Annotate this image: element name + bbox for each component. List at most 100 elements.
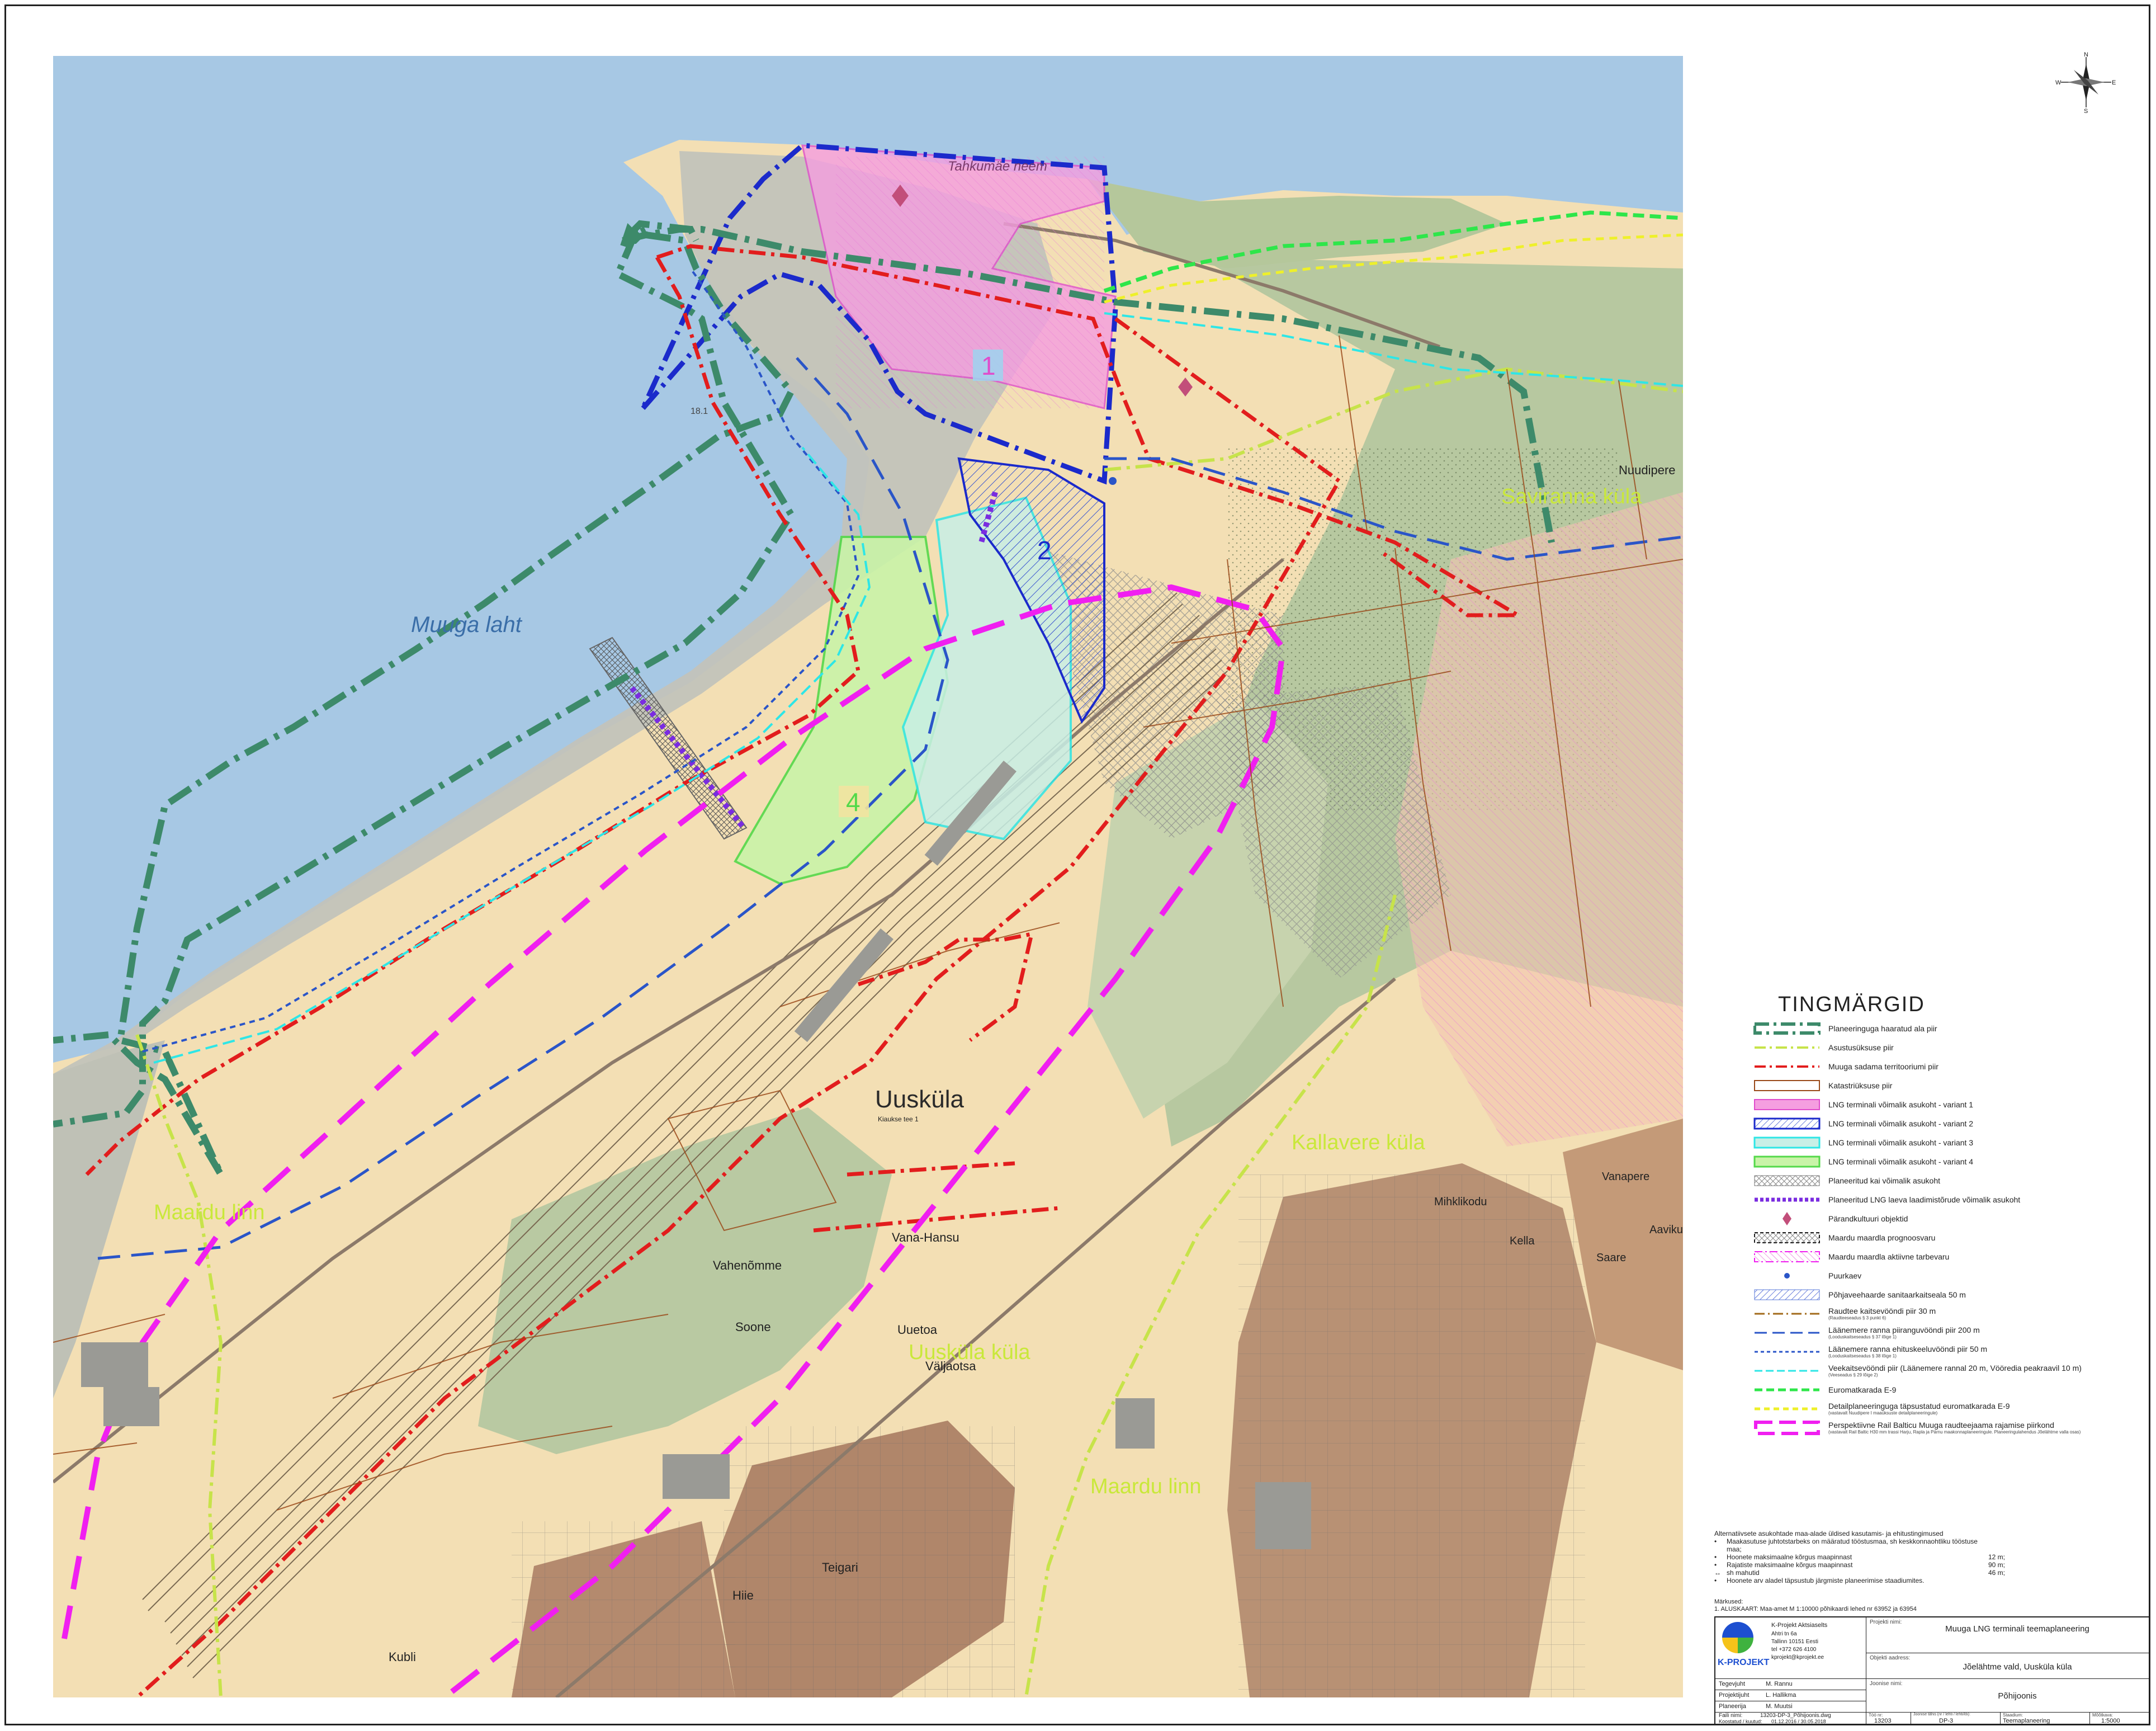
role-1-label: Tegevjuht: [1719, 1681, 1746, 1687]
legend-text-quay_line: Planeeritud LNG laeva laadimistõrude või…: [1828, 1195, 2021, 1204]
role-row-2: Projektijuht L. Hallikma: [1715, 1690, 1866, 1701]
object-label: Objekti aadress:: [1870, 1655, 1911, 1661]
legend-item-well: Puurkaev: [1753, 1266, 2122, 1285]
legend-text-coast200: Läänemere ranna piiranguvööndi piir 200 …: [1828, 1326, 1980, 1340]
legend-text-water: Veekaitsevööndi piir (Läänemere rannal 2…: [1828, 1364, 2082, 1378]
variant-2-badge[interactable]: 2: [1037, 536, 1052, 565]
condition-value: [1988, 1537, 2027, 1553]
usage-condition-row: • Rajatiste maksimaalne kõrgus maapinnast…: [1714, 1561, 2027, 1569]
map-canvas[interactable]: Muuga laht Tahkumäe neem Uusküla Maardu …: [53, 56, 1683, 1697]
legend-label: Raudtee kaitsevööndi piir 30 m: [1828, 1306, 1936, 1315]
legend-item-v4: LNG terminali võimalik asukoht - variant…: [1753, 1152, 2122, 1171]
legend-label: Planeeritud kai võimalik asukoht: [1828, 1176, 1940, 1185]
legend-symbol-quay_line: [1753, 1192, 1821, 1208]
legend-text-coast50: Läänemere ranna ehituskeeluvööndi piir 5…: [1828, 1345, 1987, 1359]
company-address-1: Ahtri tn 6a: [1771, 1631, 1797, 1637]
condition-value: 90 m;: [1988, 1561, 2006, 1569]
legend-label: Põhjaveehaarde sanitaarkaitseala 50 m: [1828, 1290, 1966, 1299]
legend-symbol-cadastral: [1753, 1078, 1821, 1093]
legend-item-v2: LNG terminali võimalik asukoht - variant…: [1753, 1114, 2122, 1133]
remarks-title: Märkused:: [1714, 1598, 1743, 1605]
legend-item-coast50: Läänemere ranna ehituskeeluvööndi piir 5…: [1753, 1342, 2122, 1361]
bullet: •: [1714, 1577, 1717, 1584]
project-name: Muuga LNG terminali teemaplaneering: [1945, 1624, 2089, 1634]
north-arrow: N S W E: [2055, 51, 2116, 113]
legend-label: Perspektiivne Rail Balticu Muuga raudtee…: [1828, 1421, 2054, 1430]
legend-label: LNG terminali võimalik asukoht - variant…: [1828, 1100, 1974, 1109]
residential-uuskula-grid: [724, 1426, 1015, 1697]
legend-title: TINGMÄRGID: [1778, 993, 1925, 1016]
scale-cell: Mõõtkava: 1:5000: [2090, 1713, 2149, 1725]
role-3-label: Planeerija: [1719, 1703, 1746, 1710]
legend-item-deposit_prog: Maardu maardla prognoosvaru: [1753, 1228, 2122, 1247]
legend-label: Muuga sadama territooriumi piir: [1828, 1062, 1938, 1071]
scale-label: Mõõtkava:: [2092, 1713, 2113, 1718]
legend-label: Pärandkultuuri objektid: [1828, 1214, 1908, 1223]
legend-item-v1: LNG terminali võimalik asukoht - variant…: [1753, 1095, 2122, 1114]
legend-label: Asustusüksuse piir: [1828, 1043, 1894, 1052]
condition-text: Rajatiste maksimaalne kõrgus maapinnast: [1727, 1561, 1853, 1569]
legend-symbol-coast200: [1753, 1325, 1821, 1341]
bullet: ↔: [1714, 1569, 1721, 1577]
legend-label: Läänemere ranna ehituskeeluvööndi piir 5…: [1828, 1345, 1988, 1353]
residential-west-grid: [512, 1521, 735, 1697]
title-company-cell: K-PROJEKT K-Projekt Aktsiaselts Ahtri tn…: [1715, 1617, 1866, 1679]
legend-item-water: Veekaitsevööndi piir (Läänemere rannal 2…: [1753, 1361, 2122, 1380]
condition-text: sh mahutid: [1727, 1569, 1760, 1577]
condition-text: Hoonete arv aladel täpsustub järgmiste p…: [1727, 1577, 1925, 1584]
legend-label: Planeeritud LNG laeva laadimistõrude või…: [1828, 1195, 2021, 1204]
legend-symbol-v3: [1753, 1135, 1821, 1150]
legend-label: Läänemere ranna piiranguvööndi piir 200 …: [1828, 1326, 1980, 1334]
legend-label: LNG terminali võimalik asukoht - variant…: [1828, 1119, 1974, 1128]
legend-item-coast200: Läänemere ranna piiranguvööndi piir 200 …: [1753, 1323, 2122, 1342]
company-name: K-Projekt Aktsiaselts: [1771, 1622, 1828, 1629]
legend-text-groundwater: Põhjaveehaarde sanitaarkaitseala 50 m: [1828, 1290, 1966, 1299]
stage-label: Staadium:: [2003, 1713, 2023, 1718]
role-row-1: Tegevjuht M. Rannu: [1715, 1679, 1866, 1690]
legend-item-railbaltica: Perspektiivne Rail Balticu Muuga raudtee…: [1753, 1418, 2122, 1437]
well-marker[interactable]: [1109, 477, 1117, 485]
label-hiie: Hiie: [732, 1588, 754, 1602]
company-address-2: Tallinn 10151 Eesti: [1771, 1639, 1818, 1645]
legend-text-v4: LNG terminali võimalik asukoht - variant…: [1828, 1157, 1973, 1166]
legend-label: Veekaitsevööndi piir (Läänemere rannal 2…: [1828, 1364, 2082, 1372]
label-maardu-linn-west: Maardu linn: [154, 1201, 265, 1224]
file-name: 13203-DP-3_Põhijoonis.dwg: [1760, 1713, 1831, 1719]
legend-symbol-v4: [1753, 1154, 1821, 1169]
legend-item-quay_line: Planeeritud LNG laeva laadimistõrude või…: [1753, 1190, 2122, 1209]
label-muuga-laht: Muuga laht: [411, 612, 523, 637]
usage-conditions-heading: Alternatiivsete asukohtade maa-alade üld…: [1714, 1530, 1944, 1537]
label-nuudipere: Nuudipere: [1619, 463, 1676, 477]
variant-4-badge[interactable]: 4: [846, 787, 860, 817]
role-2-name: L. Hallikma: [1766, 1692, 1796, 1699]
condition-value: [1988, 1577, 2027, 1584]
label-mihklikodu: Mihklikodu: [1434, 1196, 1487, 1208]
legend-symbol-heritage: [1753, 1211, 1821, 1227]
variant-1-badge[interactable]: 1: [981, 351, 996, 380]
legend-item-eurovelo: Euromatkarada E-9: [1753, 1380, 2122, 1399]
legend-text-deposit_prog: Maardu maardla prognoosvaru: [1828, 1233, 1935, 1242]
label-soone: Soone: [735, 1320, 771, 1334]
label-saare: Saare: [1596, 1252, 1626, 1264]
legend-symbol-v2: [1753, 1116, 1821, 1131]
legend-text-deposit_active: Maardu maardla aktiivne tarbevaru: [1828, 1252, 1949, 1261]
legend-text-port: Muuga sadama territooriumi piir: [1828, 1062, 1938, 1071]
remarks: Märkused: 1. ALUSKAART: Maa-amet M 1:100…: [1714, 1598, 1917, 1613]
condition-text: Hoonete maksimaalne kõrgus maapinnast: [1727, 1553, 1852, 1561]
label-vahenomme: Vahenõmme: [713, 1258, 782, 1272]
legend-text-plan: Planeeringuga haaratud ala piir: [1828, 1024, 1937, 1033]
file-label: Faili nimi:: [1719, 1713, 1743, 1719]
legend-text-railbaltica: Perspektiivne Rail Balticu Muuga raudtee…: [1828, 1421, 2081, 1435]
label-valjaotsa: Väljaotsa: [925, 1359, 976, 1373]
label-aaviku: Aaviku: [1649, 1224, 1683, 1236]
legend-text-v3: LNG terminali võimalik asukoht - variant…: [1828, 1138, 1973, 1147]
company-tel: tel +372 626 4100: [1771, 1647, 1817, 1653]
legend-text-eurovelo: Euromatkarada E-9: [1828, 1385, 1896, 1394]
legend-item-groundwater: Põhjaveehaarde sanitaarkaitseala 50 m: [1753, 1285, 2122, 1304]
legend-item-rail: Raudtee kaitsevööndi piir 30 m (Raudteese…: [1753, 1304, 2122, 1323]
title-object-cell: Objekti aadress: Jõelähtme vald, Uusküla…: [1866, 1653, 2149, 1679]
legend-sublabel: (Looduskaitseseadus § 38 lõige 1): [1828, 1353, 1897, 1359]
label-kubli: Kubli: [389, 1650, 416, 1664]
label-vanapere: Vanapere: [1602, 1171, 1649, 1183]
condition-value: 46 m;: [1988, 1569, 2006, 1577]
